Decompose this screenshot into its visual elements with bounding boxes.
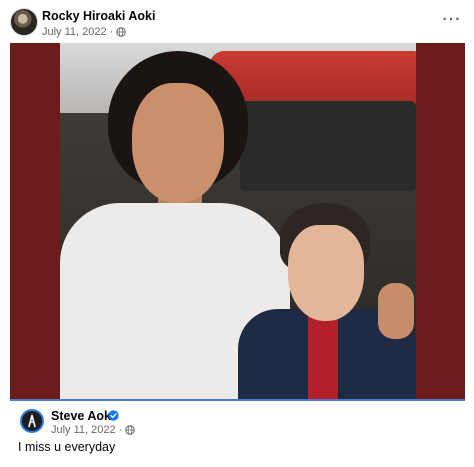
globe-icon xyxy=(125,425,136,435)
photo-boy-face xyxy=(288,225,364,321)
meta-separator: · xyxy=(109,26,114,38)
more-options-icon: ··· xyxy=(442,11,462,28)
photo-man-face xyxy=(132,83,224,203)
post-header: Rocky Hiroaki Aoki July 11, 2022 · ··· xyxy=(10,8,464,40)
photo-man-hand xyxy=(378,283,414,339)
reply-meta: July 11, 2022 · xyxy=(51,424,136,436)
reply-text: I miss u everyday xyxy=(18,440,116,454)
post-date[interactable]: July 11, 2022 xyxy=(42,26,107,38)
reply-comment: Steve Aoki July 11, 2022 · I miss u ever… xyxy=(10,399,465,460)
reply-date[interactable]: July 11, 2022 xyxy=(51,424,116,436)
photo-scene xyxy=(60,43,416,399)
facebook-post-card: Rocky Hiroaki Aoki July 11, 2022 · ··· S… xyxy=(0,0,474,467)
author-name[interactable]: Rocky Hiroaki Aoki xyxy=(42,9,155,23)
post-meta: July 11, 2022 · xyxy=(42,26,127,38)
reply-author-avatar[interactable] xyxy=(20,409,44,433)
more-options-button[interactable]: ··· xyxy=(440,10,464,30)
author-avatar[interactable] xyxy=(10,8,38,36)
reply-author-name[interactable]: Steve Aoki xyxy=(51,409,114,423)
reply-meta-separator: · xyxy=(118,424,123,436)
globe-icon xyxy=(116,27,127,37)
photo-boy-shirt xyxy=(308,315,338,399)
post-photo[interactable] xyxy=(10,43,465,399)
steve-aoki-logo-icon xyxy=(28,414,36,428)
verified-badge-icon xyxy=(108,410,119,421)
photo-car-window xyxy=(240,101,416,191)
